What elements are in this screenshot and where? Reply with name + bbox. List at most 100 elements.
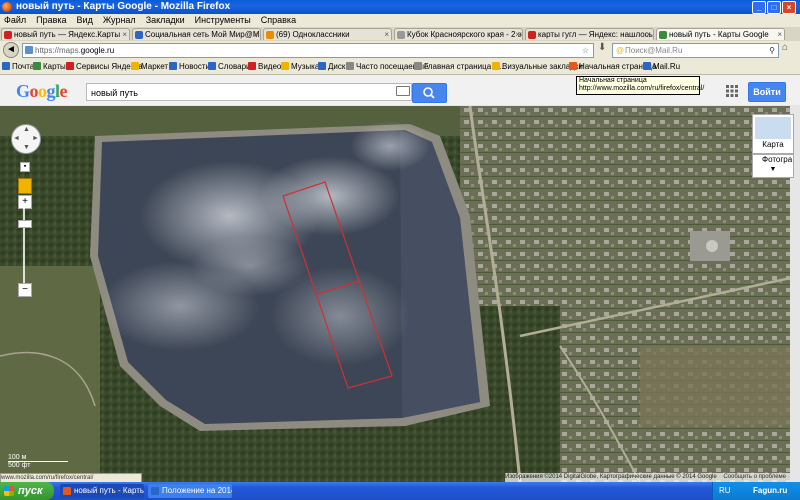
- pan-left-icon[interactable]: ◄: [13, 135, 20, 142]
- bookmark-label: Почта: [12, 62, 35, 71]
- map-scale: 100 м 500 фт: [8, 454, 72, 470]
- bookmark-icon: [346, 62, 354, 70]
- chevron-down-icon: ▼: [769, 166, 777, 173]
- browser-tab[interactable]: карты гугл — Яндекс: нашлось 13...×: [525, 28, 654, 40]
- tab-favicon-icon: [397, 31, 405, 39]
- bookmark-item[interactable]: Карты: [33, 59, 66, 74]
- tab-label: (69) Одноклассники: [276, 30, 350, 39]
- tab-label: карты гугл — Яндекс: нашлось 13...: [538, 30, 653, 39]
- pegman-icon[interactable]: [18, 178, 32, 194]
- tooltip-url: http://www.mozilla.com/ru/firefox/centra…: [579, 85, 705, 92]
- star-icon[interactable]: ☆: [582, 44, 589, 57]
- maps-search-input[interactable]: новый путь: [86, 83, 412, 101]
- browser-tab[interactable]: Кубок Красноярского края - 2 этап...×: [394, 28, 523, 40]
- bookmark-icon: [169, 62, 177, 70]
- start-label: пуск: [18, 485, 43, 497]
- zoom-slider-top[interactable]: ▪: [20, 162, 30, 172]
- language-indicator[interactable]: RU: [719, 482, 731, 500]
- browser-tab[interactable]: Социальная сеть Мой Мир@Mail.Ru...×: [132, 28, 261, 40]
- tab-close-icon[interactable]: ×: [122, 29, 127, 40]
- bookmark-tooltip: Начальная страница http://www.mozilla.co…: [576, 76, 705, 95]
- bookmark-label: Карты: [43, 62, 66, 71]
- pan-control[interactable]: ▲ ▼ ◄ ►: [11, 124, 41, 154]
- apps-grid-icon[interactable]: [726, 85, 738, 97]
- browser-tab[interactable]: новый путь — Яндекс.Карты ×: [1, 28, 130, 40]
- menu-item-4[interactable]: Закладки: [146, 15, 185, 25]
- url-host: google.ru: [80, 46, 115, 55]
- zoom-slider-handle[interactable]: [18, 220, 32, 228]
- windows-taskbar: пуск RU Fagun.ru новый путь - Карты... По…: [0, 482, 800, 500]
- bookmark-label: Диск: [328, 62, 346, 71]
- bookmark-label: Музыка: [291, 62, 320, 71]
- tab-close-icon[interactable]: ×: [646, 29, 651, 40]
- start-button[interactable]: пуск: [0, 482, 54, 500]
- bookmark-item[interactable]: Почта: [2, 59, 34, 74]
- bookmark-icon: [248, 62, 256, 70]
- lock-icon: [25, 46, 33, 54]
- close-button[interactable]: ×: [782, 1, 796, 14]
- google-logo[interactable]: Google: [16, 81, 68, 102]
- bookmark-label: Словари: [218, 62, 251, 71]
- zoom-out-button[interactable]: −: [18, 283, 32, 297]
- search-icon[interactable]: ⚲: [769, 44, 775, 57]
- bookmark-icon: [281, 62, 289, 70]
- bookmark-item[interactable]: Видео: [248, 59, 281, 74]
- menu-item-0[interactable]: Файл: [4, 15, 26, 25]
- tab-favicon-icon: [528, 31, 536, 39]
- tab-bar: новый путь — Яндекс.Карты × Социальная сет…: [0, 27, 800, 42]
- pan-up-icon[interactable]: ▲: [23, 126, 30, 133]
- pan-down-icon[interactable]: ▼: [23, 144, 30, 151]
- magnifier-icon: [423, 87, 435, 99]
- bookmark-item[interactable]: Словари: [208, 59, 251, 74]
- bookmark-item[interactable]: Музыка: [281, 59, 319, 74]
- minimize-button[interactable]: _: [752, 1, 766, 14]
- search-engine-field[interactable]: @ Поиск@Mail.Ru ⚲: [612, 43, 779, 58]
- bookmark-item[interactable]: Mail.Ru: [643, 59, 680, 74]
- browser-tab[interactable]: новый путь - Карты Google ×: [656, 28, 785, 40]
- bookmark-label: Mail.Ru: [653, 62, 681, 71]
- download-icon[interactable]: ⬇: [598, 42, 606, 53]
- bookmark-item[interactable]: Маркет: [131, 59, 168, 74]
- tab-close-icon[interactable]: ×: [253, 29, 258, 40]
- tab-close-icon[interactable]: ×: [384, 29, 389, 40]
- menu-item-2[interactable]: Вид: [77, 15, 93, 25]
- home-icon[interactable]: ⌂: [782, 42, 788, 53]
- bookmark-item[interactable]: Новости: [169, 59, 210, 74]
- tab-close-icon[interactable]: ×: [777, 29, 782, 40]
- layer-toggle-map[interactable]: Карта: [752, 114, 794, 154]
- signin-button[interactable]: Войти: [748, 82, 786, 102]
- bookmark-icon: [33, 62, 41, 70]
- bookmark-icon: [131, 62, 139, 70]
- pan-right-icon[interactable]: ►: [32, 135, 39, 142]
- url-field[interactable]: https://maps.google.ru ☆: [22, 43, 594, 58]
- tab-favicon-icon: [659, 31, 667, 39]
- map-copyright: Изображения ©2014 DigitalGlobe, Картогра…: [505, 473, 790, 482]
- satellite-map[interactable]: [0, 106, 800, 482]
- tab-favicon-icon: [266, 31, 274, 39]
- tab-label: Социальная сеть Мой Мир@Mail.Ru...: [145, 30, 260, 39]
- menu-item-6[interactable]: Справка: [261, 15, 296, 25]
- taskbar-task[interactable]: Положение на 2014 ...: [148, 484, 232, 498]
- taskbar-task[interactable]: новый путь - Карты...: [60, 484, 144, 498]
- maximize-button[interactable]: □: [767, 1, 781, 14]
- satellite-imagery: [0, 106, 800, 482]
- zoom-in-button[interactable]: +: [18, 195, 32, 209]
- menu-item-1[interactable]: Правка: [36, 15, 66, 25]
- window-title-bar: новый путь - Карты Google - Mozilla Fire…: [0, 0, 800, 14]
- task-label: Положение на 2014 ...: [162, 486, 232, 495]
- task-label: новый путь - Карты...: [74, 486, 144, 495]
- maps-search-button[interactable]: [412, 83, 447, 103]
- report-problem-link[interactable]: Сообщить о проблеме: [723, 473, 786, 482]
- layer-toggle-photo[interactable]: Фотогра ▼: [752, 154, 794, 178]
- layer-map-label: Карта: [762, 140, 784, 149]
- system-tray: RU Fagun.ru: [712, 482, 800, 500]
- menu-item-3[interactable]: Журнал: [103, 15, 136, 25]
- bookmark-item[interactable]: Диск: [318, 59, 345, 74]
- tab-close-icon[interactable]: ×: [515, 29, 520, 40]
- back-button[interactable]: ◄: [3, 42, 19, 58]
- copyright-text: Изображения ©2014 DigitalGlobe, Картогра…: [505, 474, 717, 480]
- bookmark-icon: [569, 62, 577, 70]
- keyboard-icon[interactable]: [396, 86, 410, 96]
- browser-tab[interactable]: (69) Одноклассники ×: [263, 28, 392, 40]
- menu-item-5[interactable]: Инструменты: [195, 15, 251, 25]
